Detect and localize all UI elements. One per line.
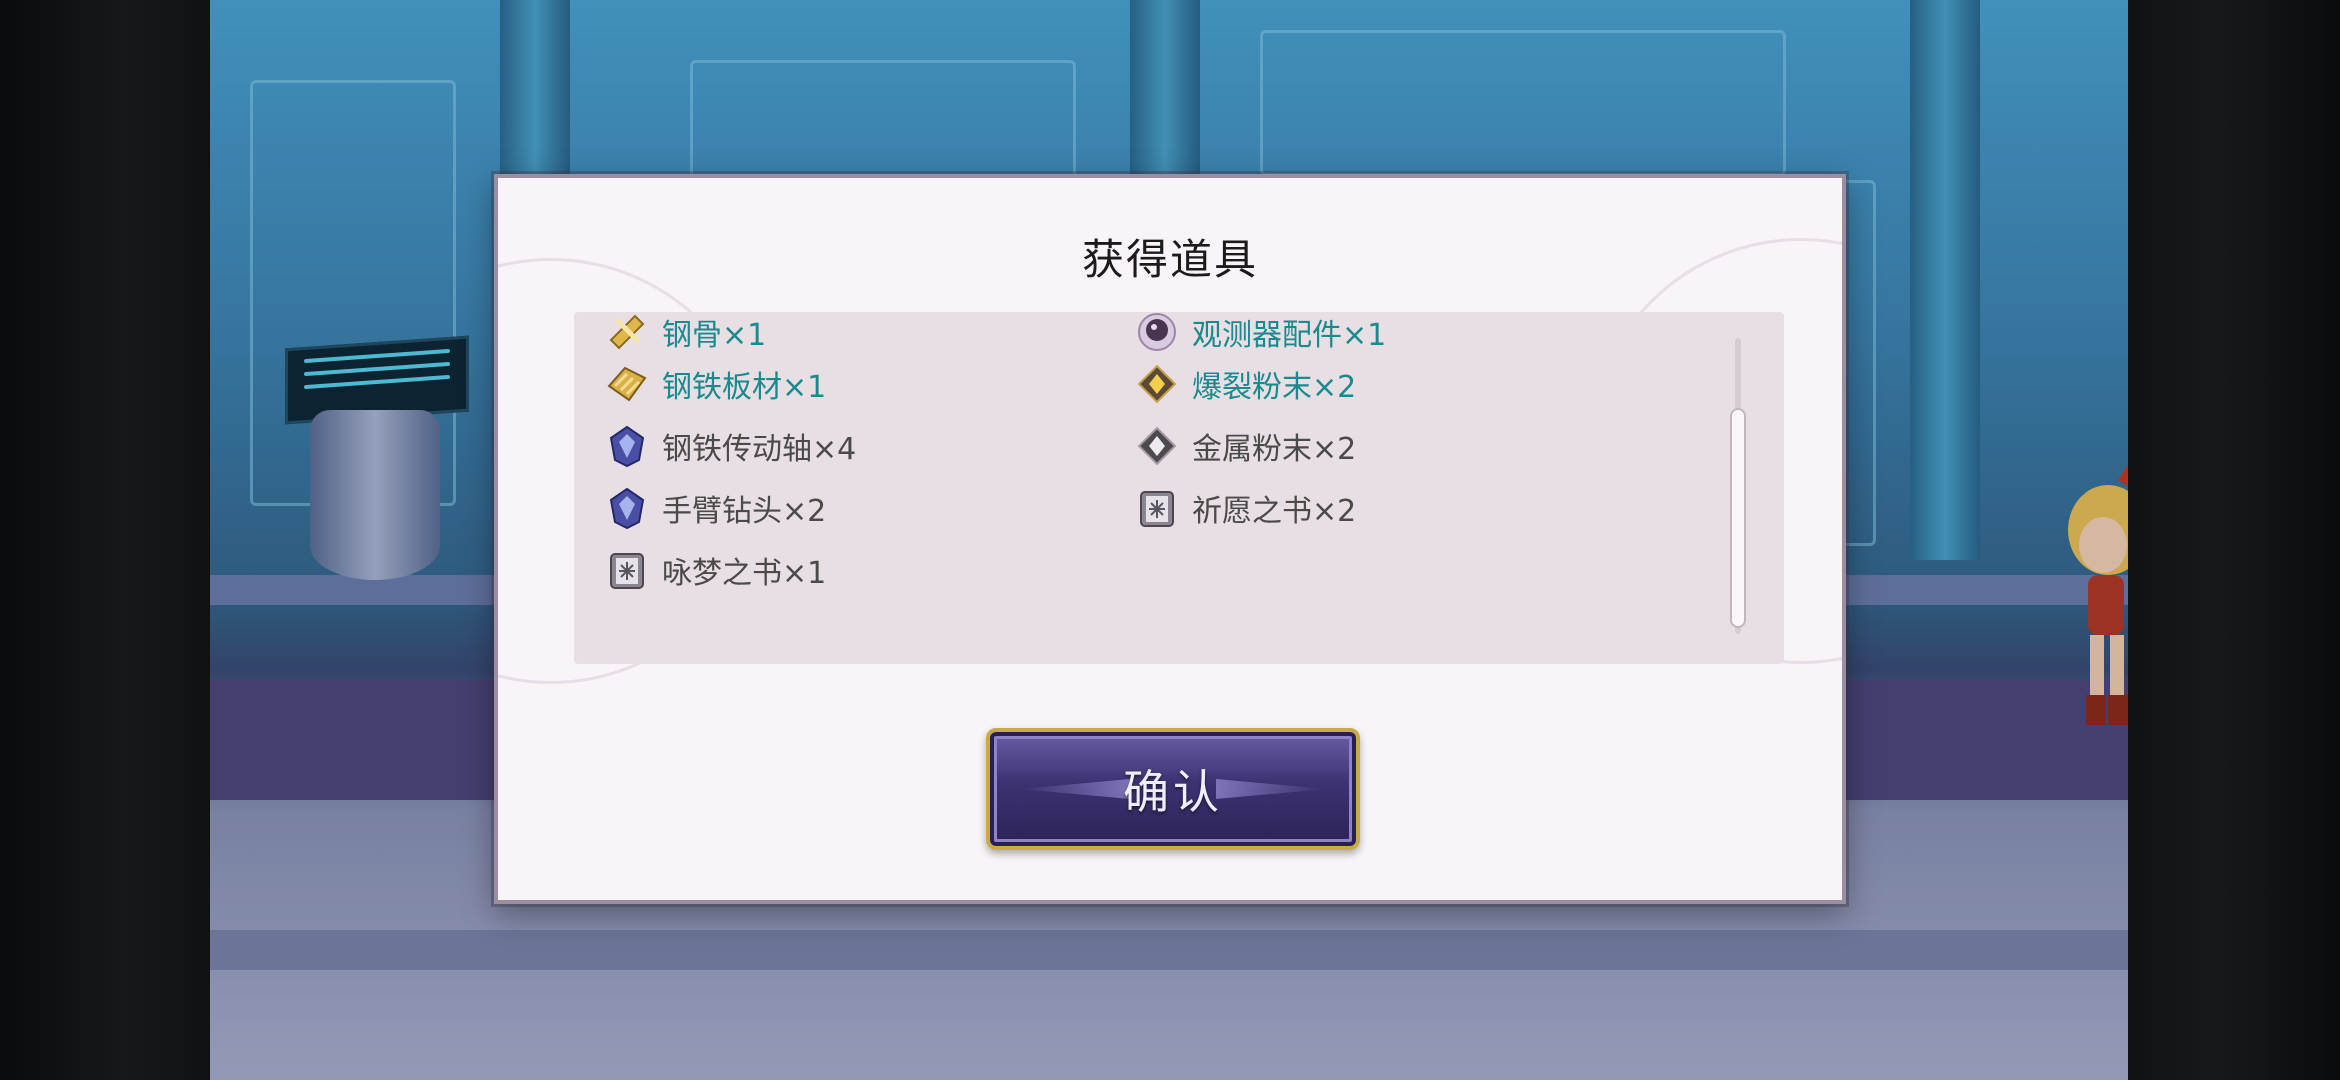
list-item: 观测器配件×1 xyxy=(1134,312,1386,360)
steel-frame-icon xyxy=(604,312,650,355)
explosive-powder-icon xyxy=(1134,361,1180,407)
list-item: 钢铁板材×1 xyxy=(604,356,826,412)
item-label: 祈愿之书×2 xyxy=(1192,494,1357,529)
item-label: 钢铁板材×1 xyxy=(662,370,827,405)
steel-plate-icon xyxy=(604,361,650,407)
list-item: 爆裂粉末×2 xyxy=(1134,356,1356,412)
list-item: 金属粉末×2 xyxy=(1134,418,1356,474)
observer-part-icon xyxy=(1134,312,1180,355)
book-of-prayer-icon xyxy=(1134,485,1180,531)
item-label: 爆裂粉末×2 xyxy=(1192,370,1357,405)
item-label: 金属粉末×2 xyxy=(1192,432,1357,467)
list-item: 钢骨×1 xyxy=(604,312,766,360)
list-item: 祈愿之书×2 xyxy=(1134,480,1356,536)
list-item: 咏梦之书×1 xyxy=(604,542,826,598)
dialog-title: 获得道具 xyxy=(1081,235,1258,284)
game-screen: 获得道具 钢骨×1 观测器配件×1 钢铁板材×1 爆裂粉末×2 钢铁传动轴×4 … xyxy=(0,0,2340,1080)
steel-driveshaft-icon xyxy=(604,423,650,469)
button-wing-decoration xyxy=(1020,779,1130,799)
button-wing-decoration xyxy=(1216,779,1326,799)
item-list-panel[interactable]: 钢骨×1 观测器配件×1 钢铁板材×1 爆裂粉末×2 钢铁传动轴×4 金属粉末×… xyxy=(574,312,1784,664)
metal-powder-icon xyxy=(1134,423,1180,469)
list-item: 钢铁传动轴×4 xyxy=(604,418,856,474)
list-item: 手臂钻头×2 xyxy=(604,480,826,536)
item-label: 钢骨×1 xyxy=(662,318,767,353)
confirm-button-label: 确认 xyxy=(1123,765,1223,819)
arm-drill-icon xyxy=(604,485,650,531)
item-label: 咏梦之书×1 xyxy=(662,556,827,591)
scrollbar-thumb[interactable] xyxy=(1730,408,1746,628)
item-label: 手臂钻头×2 xyxy=(662,494,827,529)
book-of-dreams-icon xyxy=(604,547,650,593)
confirm-button[interactable]: 确认 xyxy=(986,728,1360,850)
item-list-scrollbar[interactable] xyxy=(1730,338,1746,634)
item-label: 钢铁传动轴×4 xyxy=(662,432,857,467)
item-label: 观测器配件×1 xyxy=(1192,318,1387,353)
item-reward-dialog: 获得道具 钢骨×1 观测器配件×1 钢铁板材×1 爆裂粉末×2 钢铁传动轴×4 … xyxy=(494,174,1846,904)
